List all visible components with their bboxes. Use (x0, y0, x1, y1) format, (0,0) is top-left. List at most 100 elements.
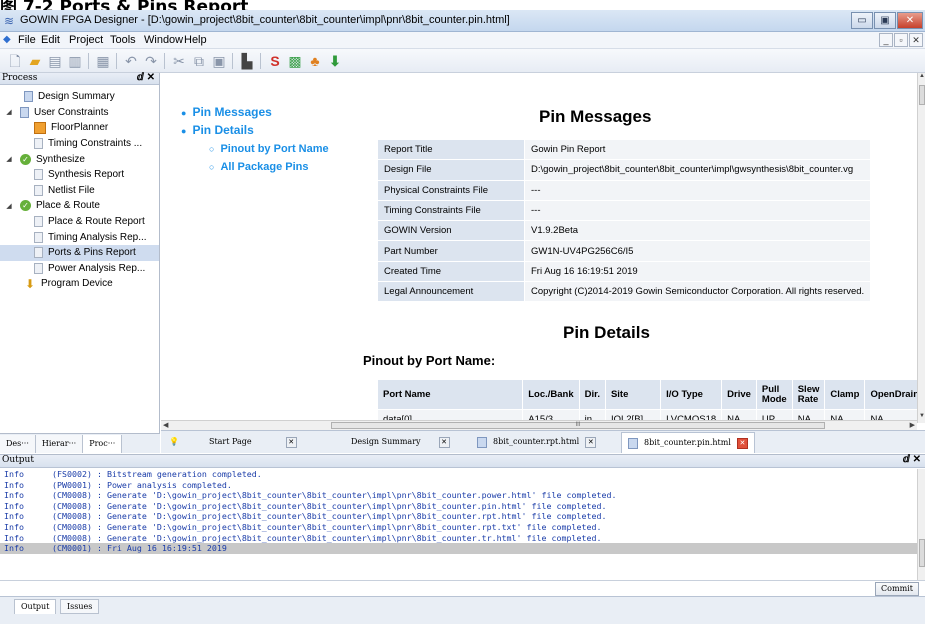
cut-icon[interactable]: ✂ (170, 52, 188, 70)
open-folder-icon[interactable]: ▰ (26, 52, 44, 70)
tab-start-page[interactable]: 💡 Start Page ✕ (169, 432, 297, 453)
scrollbar-thumb[interactable] (919, 539, 925, 567)
floorplanner-icon[interactable]: ▩ (286, 52, 304, 70)
table-key-cell: Report Title (377, 138, 525, 161)
toc-link-pin-messages[interactable]: Pin Messages (192, 105, 271, 119)
redo-icon[interactable]: ↷ (142, 52, 160, 70)
undo-icon[interactable]: ↶ (122, 52, 140, 70)
tab-pin-html[interactable]: 8bit_counter.pin.html ✕ (621, 432, 755, 453)
scroll-right-icon[interactable]: ▶ (910, 421, 915, 429)
toolbar-separator (88, 53, 89, 69)
tab-issues[interactable]: Issues (60, 599, 100, 614)
tree-item-design-summary[interactable]: Design Summary (0, 89, 159, 105)
window-titlebar[interactable]: ≋ GOWIN FPGA Designer - [D:\gowin_projec… (0, 10, 925, 32)
commit-button[interactable]: Commit (875, 582, 919, 596)
tab-hierarchy[interactable]: Hierar··· (35, 435, 84, 453)
toc-item-pinout-by-port-name[interactable]: ○ Pinout by Port Name (209, 143, 329, 155)
output-log[interactable]: Info (FS0002) : Bitstream generation comp… (0, 469, 917, 581)
menu-edit[interactable]: Edit (41, 34, 60, 46)
table-key-cell: Created Time (377, 260, 525, 283)
tab-label: 8bit_counter.pin.html (644, 438, 731, 447)
panel-dock-close-icon[interactable]: ⅆ ✕ (137, 72, 155, 83)
mdi-close-button[interactable]: ✕ (909, 33, 923, 47)
tree-item-label: FloorPlanner (51, 122, 109, 134)
gowin-logo-icon: ≋ (4, 14, 15, 28)
tree-item-synthesis-report[interactable]: Synthesis Report (0, 167, 159, 183)
tree-item-timing-analysis-report[interactable]: Timing Analysis Rep... (0, 229, 159, 245)
tree-item-label: Place & Route Report (48, 216, 145, 228)
tree-item-ports-pins-report[interactable]: Ports & Pins Report (0, 244, 159, 261)
tab-rpt-html[interactable]: 8bit_counter.rpt.html ✕ (477, 432, 597, 453)
new-file-icon[interactable]: 🗋 (6, 52, 24, 70)
tree-item-program-device[interactable]: ⬇ Program Device (0, 276, 159, 292)
tab-close-icon[interactable]: ✕ (736, 437, 748, 449)
table-key-cell: Physical Constraints File (377, 179, 525, 201)
tree-item-timing-constraints[interactable]: Timing Constraints ... (0, 136, 159, 152)
tab-design[interactable]: Des··· (0, 435, 36, 453)
tree-item-netlist-file[interactable]: Netlist File (0, 183, 159, 199)
log-message: (CM0008) : Generate 'D:\gowin_project\8b… (52, 532, 602, 543)
tab-design-summary[interactable]: Design Summary ✕ (351, 432, 450, 453)
scroll-down-icon[interactable]: ▼ (918, 413, 925, 419)
find-icon[interactable]: ▙ (238, 52, 256, 70)
close-button[interactable]: ✕ (897, 12, 923, 29)
scroll-left-icon[interactable]: ◀ (163, 421, 168, 429)
tab-close-icon[interactable]: ✕ (585, 436, 597, 448)
copy-icon[interactable]: ⧉ (190, 52, 208, 70)
scrollbar-thumb[interactable] (919, 85, 925, 105)
document-menu-icon[interactable]: ◆ (3, 34, 15, 46)
menu-window[interactable]: Window (144, 34, 183, 46)
save-icon[interactable]: ▤ (46, 52, 64, 70)
scroll-up-icon[interactable]: ▲ (918, 73, 925, 79)
table-value-cell: Gowin Pin Report (523, 138, 872, 161)
document-icon (34, 138, 43, 150)
print-icon[interactable]: ▦ (94, 52, 112, 70)
table-value-cell: D:\gowin_project\8bit_counter\8bit_count… (523, 159, 872, 181)
tab-close-icon[interactable]: ✕ (438, 436, 450, 448)
expand-arrow-icon[interactable]: ◢ (4, 108, 14, 116)
tab-output[interactable]: Output (14, 599, 57, 614)
minimize-button[interactable]: ▭ (851, 12, 873, 29)
panel-dock-close-icon[interactable]: ⅆ ✕ (903, 454, 921, 465)
mdi-controls: _ ▫ ✕ (878, 33, 923, 47)
program-device-icon[interactable]: ⬇ (326, 52, 344, 70)
menu-file[interactable]: File (18, 34, 36, 46)
toc-item-pin-details[interactable]: ● Pin Details (181, 123, 254, 137)
toc-link-pin-details[interactable]: Pin Details (192, 123, 253, 137)
menu-tools[interactable]: Tools (110, 34, 136, 46)
table-row: Timing Constraints File --- (377, 199, 872, 222)
tree-item-place-route-report[interactable]: Place & Route Report (0, 214, 159, 230)
maximize-button[interactable]: ▣ (874, 12, 896, 29)
tree-item-floorplanner[interactable]: FloorPlanner (0, 120, 159, 136)
tree-item-synthesize[interactable]: ◢ ✓ Synthesize (0, 151, 159, 167)
menu-help[interactable]: Help (184, 34, 207, 46)
toc-item-all-package-pins[interactable]: ○ All Package Pins (209, 161, 308, 173)
menu-project[interactable]: Project (69, 34, 103, 46)
content-vertical-scrollbar[interactable]: ▲ ▼ (917, 73, 925, 423)
expand-arrow-icon[interactable]: ◢ (4, 202, 14, 210)
tab-process[interactable]: Proc··· (83, 435, 123, 453)
mdi-restore-button[interactable]: ▫ (894, 33, 908, 47)
mdi-minimize-button[interactable]: _ (879, 33, 893, 47)
toc-link-pinout-by-port-name[interactable]: Pinout by Port Name (220, 143, 328, 155)
paste-icon[interactable]: ▣ (210, 52, 228, 70)
output-vertical-scrollbar[interactable] (917, 469, 925, 581)
table-cell: NA (721, 409, 757, 420)
log-message: (CM0008) : Generate 'D:\gowin_project\8b… (52, 511, 607, 522)
toc-item-pin-messages[interactable]: ● Pin Messages (181, 105, 272, 119)
place-route-icon[interactable]: ♣ (306, 52, 324, 70)
expand-arrow-icon[interactable]: ◢ (4, 155, 14, 163)
tree-item-label: Design Summary (38, 91, 115, 103)
toc-link-all-package-pins[interactable]: All Package Pins (220, 161, 308, 173)
tab-close-icon[interactable]: ✕ (285, 436, 297, 448)
content-horizontal-scrollbar[interactable]: ◀ III ▶ (161, 420, 917, 430)
tree-item-user-constraints[interactable]: ◢ User Constraints (0, 105, 159, 121)
save-all-icon[interactable]: ▥ (66, 52, 84, 70)
report-content: ● Pin Messages ● Pin Details ○ Pinout by Po… (161, 73, 925, 420)
synthesize-icon[interactable]: S (266, 52, 284, 70)
tree-item-label: Timing Analysis Rep... (48, 231, 147, 243)
scrollbar-thumb[interactable]: III (331, 422, 825, 429)
tree-item-power-analysis-report[interactable]: Power Analysis Rep... (0, 261, 159, 277)
tree-item-place-route[interactable]: ◢ ✓ Place & Route (0, 198, 159, 214)
output-panel: Output ⅆ ✕ Info (FS0002) : Bitstream gene… (0, 454, 925, 581)
